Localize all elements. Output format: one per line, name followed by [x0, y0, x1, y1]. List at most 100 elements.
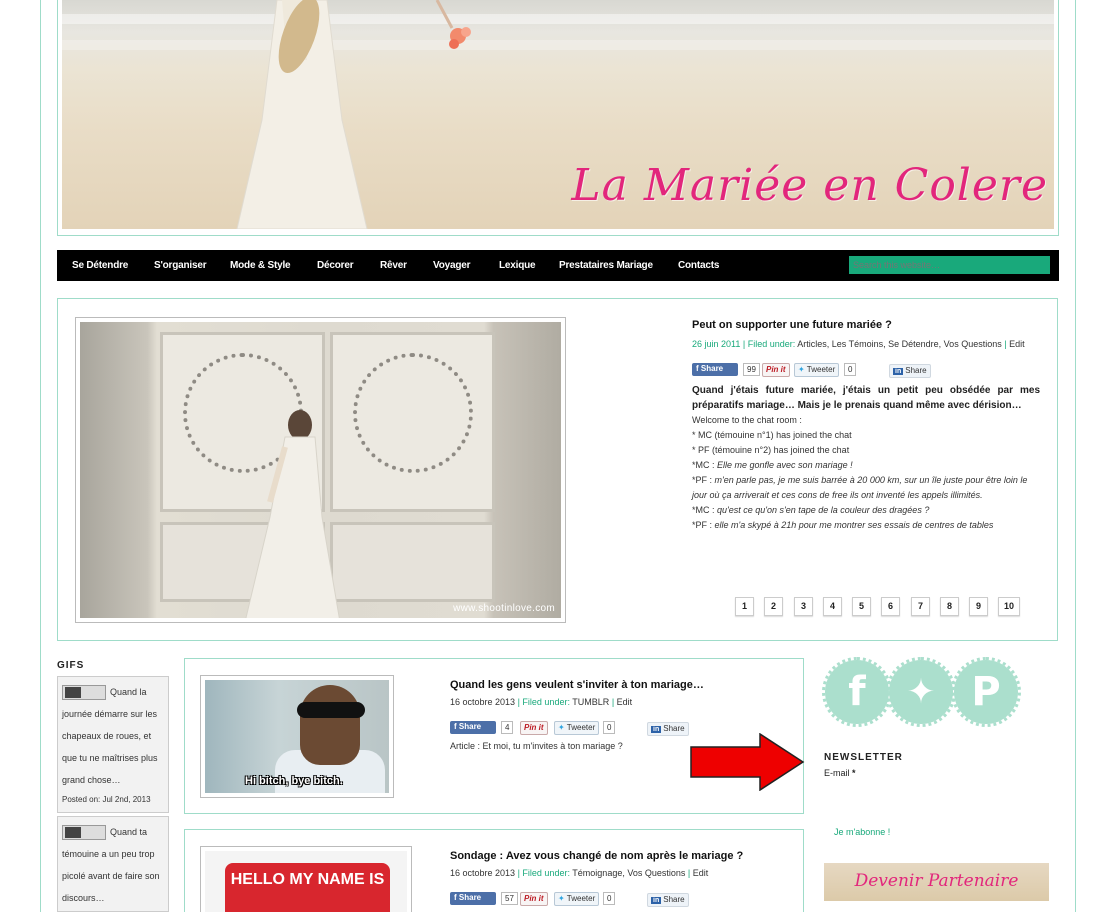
bride-illustration	[236, 0, 368, 229]
facebook-share-button[interactable]: f Share	[692, 363, 738, 376]
featured-meta: 26 juin 2011 | Filed under: Articles, Le…	[692, 339, 1025, 349]
chat-line: Welcome to the chat room :	[692, 415, 802, 425]
post-meta: 16 octobre 2013 | Filed under: Témoignag…	[450, 868, 709, 878]
featured-slider: www.shootinlove.com Peut on supporter un…	[57, 298, 1058, 641]
share-bar: f Share 99 Pin it ✦ Tweeter 0 in Share	[692, 363, 1040, 379]
filed-under-label: Filed under:	[522, 697, 570, 707]
facebook-share-count: 99	[743, 363, 760, 376]
subscribe-button[interactable]: Je m'abonne !	[834, 827, 890, 837]
page-button-8[interactable]: 8	[940, 597, 959, 616]
gif-item[interactable]: Quand ta témouine a un peu trop picolé a…	[57, 816, 169, 912]
gif-posted-date: Posted on: Jul 2nd, 2013	[62, 795, 151, 804]
search-input[interactable]	[849, 256, 1050, 274]
nav-item-se-detendre[interactable]: Se Détendre	[72, 260, 128, 271]
page-button-4[interactable]: 4	[823, 597, 842, 616]
tweet-count: 0	[603, 892, 616, 905]
tweet-button[interactable]: ✦ Tweeter	[554, 892, 600, 906]
share-bar: f Share 57 Pin it ✦ Tweeter 0 in Share	[450, 892, 790, 908]
featured-photo[interactable]: www.shootinlove.com	[75, 317, 566, 623]
name-tag-illustration: HELLO MY NAME IS	[225, 863, 390, 912]
share-icon: in	[893, 368, 904, 375]
nav-item-lexique[interactable]: Lexique	[499, 260, 536, 271]
gif-thumbnail[interactable]	[62, 685, 106, 701]
post-date[interactable]: 16 octobre 2013	[450, 697, 515, 707]
post-body: Sondage : Avez vous changé de nom après …	[450, 850, 790, 908]
nav-item-voyager[interactable]: Voyager	[433, 260, 471, 271]
page-button-6[interactable]: 6	[881, 597, 900, 616]
post-categories[interactable]: Témoignage, Vos Questions	[572, 868, 685, 878]
featured-post: Peut on supporter une future mariée ? 26…	[692, 319, 1040, 533]
twitter-icon[interactable]: ✦	[886, 657, 956, 727]
gif-caption: Hi bitch, bye bitch.	[245, 775, 343, 787]
photo-watermark: www.shootinlove.com	[453, 603, 555, 614]
nav-item-mode-style[interactable]: Mode & Style	[230, 260, 291, 271]
page-button-9[interactable]: 9	[969, 597, 988, 616]
main-nav: Se Détendre S'organiser Mode & Style Déc…	[57, 250, 1059, 281]
nav-item-decorer[interactable]: Décorer	[317, 260, 354, 271]
gif-thumbnail[interactable]	[62, 825, 106, 841]
pinterest-icon[interactable]: P	[951, 657, 1021, 727]
post-title[interactable]: Quand les gens veulent s'inviter à ton m…	[450, 679, 790, 691]
post-categories[interactable]: TUMBLR	[572, 697, 609, 707]
site-title[interactable]: La Mariée en Colere	[571, 160, 1048, 211]
page-button-2[interactable]: 2	[764, 597, 783, 616]
facebook-share-count: 57	[501, 892, 518, 905]
pinterest-button[interactable]: Pin it	[762, 363, 790, 377]
bouquet-illustration	[435, 0, 471, 49]
post-title[interactable]: Sondage : Avez vous changé de nom après …	[450, 850, 790, 862]
bride-photo-figure	[245, 410, 340, 618]
post-thumbnail[interactable]: Hi bitch, bye bitch.	[200, 675, 394, 798]
share-icon: in	[651, 897, 662, 904]
post-card: HELLO MY NAME IS Sondage : Avez vous cha…	[184, 829, 804, 912]
post-thumbnail[interactable]: HELLO MY NAME IS	[200, 846, 412, 912]
facebook-share-count: 4	[501, 721, 514, 734]
featured-excerpt: Quand j'étais future mariée, j'étais un …	[692, 385, 1040, 411]
twitter-bird-icon: ✦	[798, 365, 805, 374]
tweet-button[interactable]: ✦ Tweeter	[794, 363, 840, 377]
page-button-5[interactable]: 5	[852, 597, 871, 616]
nav-item-sorganiser[interactable]: S'organiser	[154, 260, 207, 271]
edit-link[interactable]: Edit	[693, 868, 709, 878]
share-button[interactable]: in Share	[889, 364, 931, 378]
edit-link[interactable]: Edit	[617, 697, 633, 707]
gifs-heading: GIFS	[57, 660, 85, 671]
chat-line: *MC : qu'est ce qu'on s'en tape de la co…	[692, 505, 930, 515]
email-label: E-mail *	[824, 768, 856, 778]
header-banner[interactable]: La Mariée en Colere	[62, 0, 1054, 229]
twitter-bird-icon: ✦	[558, 894, 565, 903]
nav-item-prestataires[interactable]: Prestataires Mariage	[559, 260, 653, 271]
tweet-count: 0	[844, 363, 857, 376]
featured-title[interactable]: Peut on supporter une future mariée ?	[692, 319, 1040, 331]
gif-item[interactable]: Quand la journée démarre sur les chapeau…	[57, 676, 169, 813]
twitter-bird-icon: ✦	[558, 723, 565, 732]
nav-item-contacts[interactable]: Contacts	[678, 260, 719, 271]
share-button[interactable]: in Share	[647, 893, 689, 907]
pinterest-button[interactable]: Pin it	[520, 721, 548, 735]
featured-date[interactable]: 26 juin 2011	[692, 339, 740, 349]
red-arrow-annotation	[690, 733, 805, 791]
facebook-share-button[interactable]: f Share	[450, 721, 496, 734]
facebook-share-button[interactable]: f Share	[450, 892, 496, 905]
page-button-7[interactable]: 7	[911, 597, 930, 616]
share-icon: in	[651, 726, 662, 733]
chat-line: * MC (témouine n°1) has joined the chat	[692, 430, 852, 440]
nav-item-rever[interactable]: Rêver	[380, 260, 407, 271]
tweet-count: 0	[603, 721, 616, 734]
page-button-3[interactable]: 3	[794, 597, 813, 616]
pinterest-button[interactable]: Pin it	[520, 892, 548, 906]
featured-categories[interactable]: Articles, Les Témoins, Se Détendre, Vos …	[797, 339, 1001, 349]
chat-line: * PF (témouine n°2) has joined the chat	[692, 445, 850, 455]
post-date[interactable]: 16 octobre 2013	[450, 868, 515, 878]
share-button[interactable]: in Share	[647, 722, 689, 736]
post-meta: 16 octobre 2013 | Filed under: TUMBLR | …	[450, 697, 633, 707]
edit-link[interactable]: Edit	[1009, 339, 1025, 349]
partner-banner[interactable]: Devenir Partenaire	[824, 863, 1049, 901]
tweet-button[interactable]: ✦ Tweeter	[554, 721, 600, 735]
page-button-10[interactable]: 10	[998, 597, 1020, 616]
filed-under-label: Filed under:	[747, 339, 796, 349]
page-border-right	[1075, 0, 1076, 912]
chat-line: *PF : m'en parle pas, je me suis barrée …	[692, 475, 1028, 500]
newsletter-heading: NEWSLETTER	[824, 752, 903, 763]
page-button-1[interactable]: 1	[735, 597, 754, 616]
facebook-icon[interactable]: f	[822, 657, 892, 727]
